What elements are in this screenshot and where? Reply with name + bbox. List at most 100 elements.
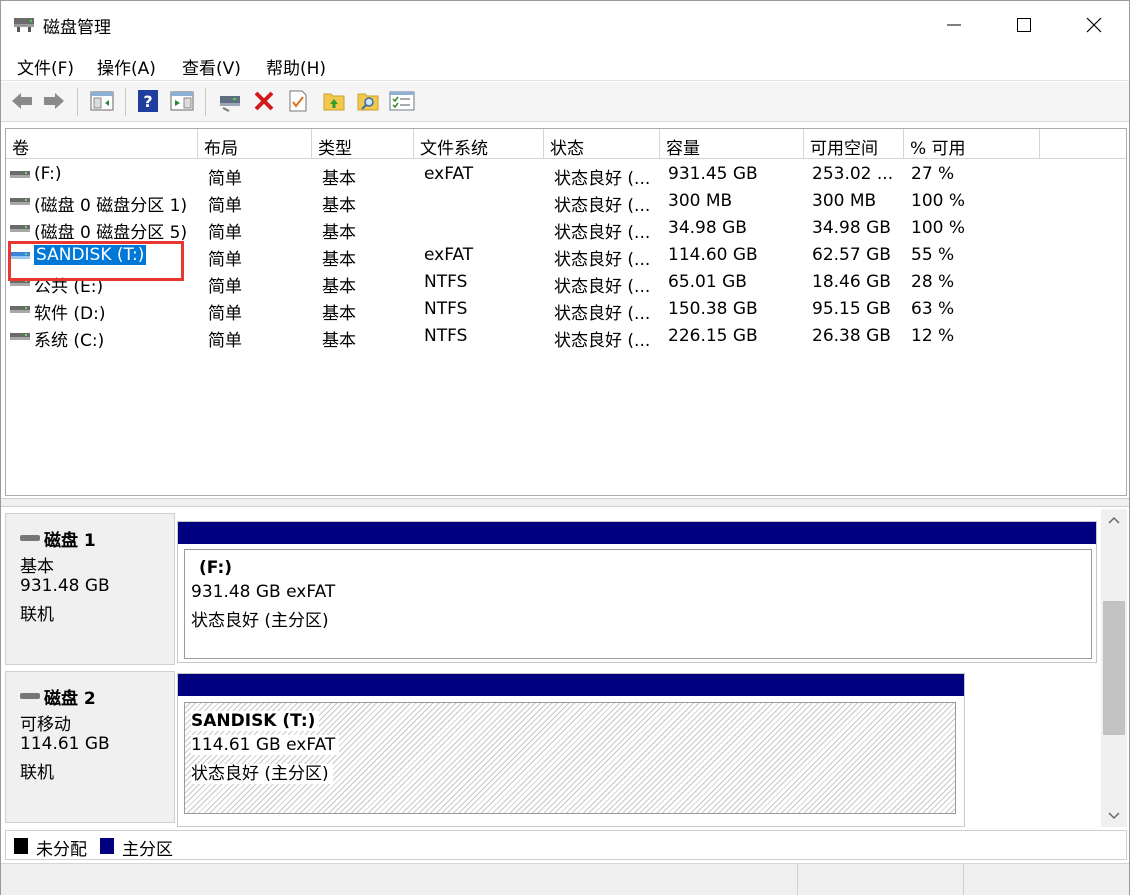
search-button[interactable] — [355, 88, 381, 114]
fs-cell: NTFS — [424, 326, 468, 346]
layout-cell: 简单 — [208, 304, 242, 324]
partition-f-name: (F:) — [199, 558, 233, 578]
pct-cell: 100 % — [911, 191, 966, 211]
layout-cell: 简单 — [208, 169, 242, 189]
selection-highlight-box — [8, 241, 184, 281]
free-cell: 26.38 GB — [812, 326, 891, 346]
table-row[interactable]: (磁盘 0 磁盘分区 1) 简单 基本 状态良好 (... 300 MB 300 MB 10… — [6, 188, 1126, 216]
properties-check-icon — [289, 90, 307, 112]
volume-list: 卷 布局 类型 文件系统 状态 容量 可用空间 % 可用 (F:) 简单 基本 exF… — [5, 128, 1127, 496]
export-list-button[interactable] — [321, 88, 347, 114]
delete-button[interactable] — [251, 88, 277, 114]
layout-cell: 简单 — [208, 250, 242, 270]
disk-management-window: 磁盘管理 文件(F) 操作(A) 查看(V) 帮助(H) ? 卷 布局 类型 文… — [0, 0, 1130, 895]
column-header-row: 卷 布局 类型 文件系统 状态 容量 可用空间 % 可用 — [6, 129, 1126, 159]
primary-partition-bar — [178, 522, 1096, 544]
maximize-button[interactable] — [989, 1, 1059, 49]
legend: 未分配 主分区 — [5, 830, 1127, 860]
column-header-capacity[interactable]: 容量 — [660, 129, 804, 159]
connect-virtual-disk-button[interactable] — [217, 88, 243, 114]
scroll-thumb[interactable] — [1103, 601, 1125, 735]
svg-text:?: ? — [143, 92, 152, 111]
status-cell: 状态良好 (... — [554, 223, 651, 243]
type-cell: 基本 — [322, 196, 356, 216]
forward-button[interactable] — [41, 88, 67, 114]
column-header-volume[interactable]: 卷 — [6, 129, 198, 159]
partition-f-size-fs: 931.48 GB exFAT — [191, 582, 336, 602]
close-icon — [1086, 17, 1102, 33]
partition-f-status: 状态良好 (主分区) — [191, 611, 329, 631]
status-cell: 状态良好 (... — [554, 331, 651, 351]
disk-2-name-row: 磁盘 2 — [20, 684, 96, 709]
help-icon: ? — [138, 90, 158, 112]
table-row[interactable]: (F:) 简单 基本 exFAT 状态良好 (... 931.45 GB 253.02 ..… — [6, 161, 1126, 189]
layout-cell: 简单 — [208, 223, 242, 243]
capacity-cell: 34.98 GB — [668, 218, 747, 238]
table-row[interactable]: (磁盘 0 磁盘分区 5) 简单 基本 状态良好 (... 34.98 GB 34.98 … — [6, 215, 1126, 243]
disk-1-kind: 基本 — [20, 557, 54, 577]
column-header-status[interactable]: 状态 — [544, 129, 660, 159]
type-cell: 基本 — [322, 331, 356, 351]
minimize-button[interactable] — [919, 1, 989, 49]
pct-cell: 12 % — [911, 326, 955, 346]
disk-1-info[interactable]: 磁盘 1 基本 931.48 GB 联机 — [5, 513, 175, 665]
disk-1-name: 磁盘 1 — [44, 531, 96, 551]
help-button[interactable]: ? — [135, 88, 161, 114]
disk-2-partition-t[interactable]: SANDISK (T:) 114.61 GB exFAT 状态良好 (主分区) — [177, 673, 965, 827]
type-cell: 基本 — [322, 304, 356, 324]
drive-icon — [10, 198, 30, 205]
volume-name-cell: (磁盘 0 磁盘分区 1) — [34, 196, 188, 216]
menu-view[interactable]: 查看(V) — [182, 54, 241, 79]
menu-file[interactable]: 文件(F) — [17, 54, 74, 79]
status-cell: 状态良好 (... — [554, 304, 651, 324]
column-header-type[interactable]: 类型 — [312, 129, 414, 159]
back-arrow-icon — [12, 93, 32, 109]
show-action-pane-button[interactable] — [169, 88, 195, 114]
settings-list-button[interactable] — [389, 88, 415, 114]
legend-primary: 主分区 — [122, 840, 173, 860]
free-cell: 62.57 GB — [812, 245, 891, 265]
table-row[interactable]: 软件 (D:) 简单 基本 NTFS 状态良好 (... 150.38 GB 95.15 G… — [6, 296, 1126, 324]
free-cell: 34.98 GB — [812, 218, 891, 238]
type-cell: 基本 — [322, 223, 356, 243]
back-button[interactable] — [9, 88, 35, 114]
disk-1-state: 联机 — [20, 605, 54, 625]
menu-bar: 文件(F) 操作(A) 查看(V) 帮助(H) — [1, 49, 1129, 81]
disk-graphical-view: 磁盘 1 基本 931.48 GB 联机 (F:) 931.48 GB exFA… — [5, 509, 1101, 827]
disk-2-info[interactable]: 磁盘 2 可移动 114.61 GB 联机 — [5, 671, 175, 823]
disk-1-partition-f[interactable]: (F:) 931.48 GB exFAT 状态良好 (主分区) — [177, 521, 1097, 663]
maximize-icon — [1017, 18, 1031, 32]
properties-button[interactable] — [285, 88, 311, 114]
column-header-free-space[interactable]: 可用空间 — [804, 129, 904, 159]
chevron-down-icon — [1108, 812, 1120, 820]
type-cell: 基本 — [322, 277, 356, 297]
capacity-cell: 114.60 GB — [668, 245, 758, 265]
capacity-cell: 931.45 GB — [668, 164, 758, 184]
status-bar-separator — [797, 864, 798, 895]
partition-t-status-text: 状态良好 (主分区) — [191, 764, 333, 784]
close-button[interactable] — [1059, 1, 1129, 49]
fs-cell: NTFS — [424, 299, 468, 319]
pct-cell: 27 % — [911, 164, 955, 184]
disk-view-scrollbar[interactable] — [1101, 509, 1127, 827]
partition-t-size-fs-text: 114.61 GB exFAT — [191, 735, 340, 755]
drive-icon — [10, 333, 30, 340]
layout-cell: 简单 — [208, 331, 242, 351]
menu-action[interactable]: 操作(A) — [97, 54, 156, 79]
show-hide-console-tree-button[interactable] — [89, 88, 115, 114]
capacity-cell: 65.01 GB — [668, 272, 747, 292]
menu-help[interactable]: 帮助(H) — [266, 54, 326, 79]
column-header-filesystem[interactable]: 文件系统 — [414, 129, 544, 159]
scroll-down-button[interactable] — [1107, 809, 1121, 823]
scroll-up-button[interactable] — [1107, 513, 1121, 527]
status-bar-separator — [963, 864, 964, 895]
pct-cell: 55 % — [911, 245, 955, 265]
status-cell: 状态良好 (... — [554, 250, 651, 270]
column-header-percent-free[interactable]: % 可用 — [904, 129, 1040, 159]
column-header-layout[interactable]: 布局 — [198, 129, 312, 159]
pane-splitter[interactable] — [1, 498, 1129, 507]
unallocated-swatch — [14, 838, 28, 854]
table-row[interactable]: 系统 (C:) 简单 基本 NTFS 状态良好 (... 226.15 GB 26.38 G… — [6, 323, 1126, 351]
volume-name-cell: 软件 (D:) — [34, 304, 106, 324]
disk-management-app-icon — [14, 18, 34, 32]
